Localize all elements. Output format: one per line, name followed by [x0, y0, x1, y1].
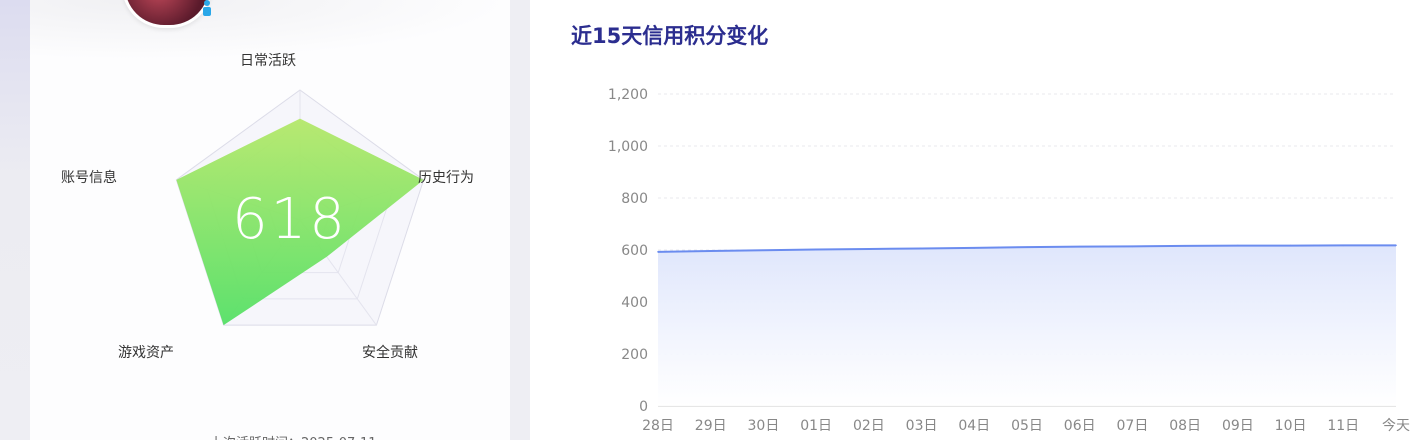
data-point[interactable]	[920, 247, 923, 250]
series-area	[658, 245, 1396, 406]
x-tick-label: 05日	[1011, 418, 1043, 434]
data-point[interactable]	[1026, 246, 1028, 248]
x-tick-label: 09日	[1222, 418, 1254, 434]
data-point[interactable]	[1131, 245, 1134, 248]
data-point[interactable]	[709, 250, 712, 252]
y-tick-label: 0	[639, 399, 648, 415]
x-tick-label: 30日	[748, 418, 780, 434]
y-tick-label: 1,000	[608, 139, 648, 155]
credit-score: 618	[232, 187, 348, 252]
y-tick-label: 400	[621, 295, 648, 311]
data-point[interactable]	[1184, 245, 1186, 247]
y-tick-label: 800	[621, 191, 648, 207]
x-tick-label: 03日	[906, 418, 938, 434]
x-tick-label: 02日	[853, 418, 885, 434]
y-tick-label: 1,200	[608, 87, 648, 103]
x-tick-label: 01日	[800, 418, 832, 434]
data-point[interactable]	[815, 248, 817, 251]
data-point[interactable]	[1237, 244, 1239, 247]
data-point[interactable]	[1395, 244, 1397, 247]
x-tick-label: 06日	[1064, 418, 1096, 434]
data-point[interactable]	[762, 249, 765, 252]
y-tick-label: 200	[621, 347, 648, 363]
radar-label-security-contribution: 安全贡献	[362, 345, 418, 361]
x-tick-label: 10日	[1275, 418, 1307, 434]
data-point[interactable]	[1078, 245, 1081, 248]
x-tick-label: 08日	[1169, 418, 1201, 434]
data-point[interactable]	[973, 247, 976, 249]
x-tick-label: 07日	[1117, 418, 1149, 434]
x-tick-label: 28日	[642, 418, 674, 434]
radar-label-history-behavior: 历史行为	[418, 170, 474, 186]
x-tick-label: 今天	[1382, 418, 1410, 434]
radar-label-account-info: 账号信息	[61, 170, 117, 186]
data-point[interactable]	[657, 251, 659, 253]
radar-label-game-assets: 游戏资产	[118, 345, 174, 361]
radar-label-daily-activity: 日常活跃	[240, 53, 296, 69]
credit-profile-card: 日常活跃 历史行为 安全贡献 游戏资产 账号信息 618 上次活跃时间：2025…	[30, 0, 510, 440]
data-point[interactable]	[868, 248, 870, 250]
x-tick-label: 04日	[958, 418, 990, 434]
data-point[interactable]	[1342, 244, 1345, 247]
last-active-text: 上次活跃时间：2025-07-11	[210, 432, 377, 440]
x-tick-label: 29日	[695, 418, 727, 434]
y-tick-label: 600	[621, 243, 648, 259]
credit-trend-card: 近15天信用积分变化 0 200 400 600 800 1,000 1,200 28日 29日…	[530, 0, 1410, 440]
data-point[interactable]	[1289, 244, 1292, 247]
x-tick-label: 11日	[1327, 418, 1359, 434]
credit-trend-chart: 0 200 400 600 800 1,000 1,200 28日 29日 30日 01日 02日 03…	[608, 87, 1410, 434]
